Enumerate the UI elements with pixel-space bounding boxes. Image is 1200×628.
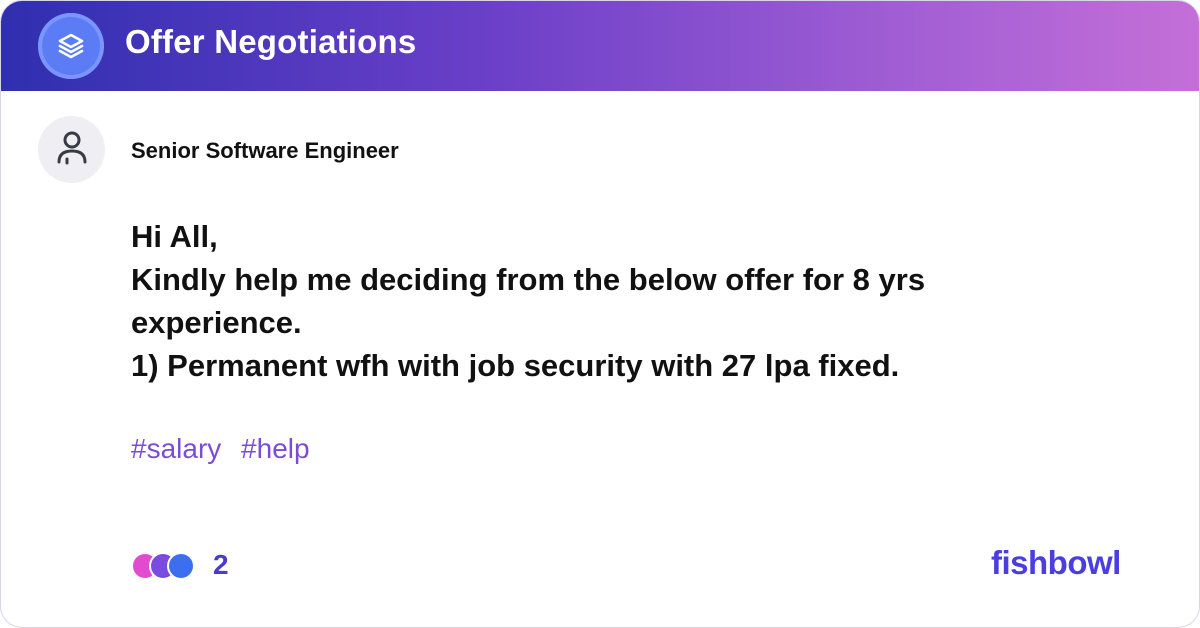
post-line: Kindly help me deciding from the below o… (131, 262, 926, 297)
post-line: experience. (131, 305, 302, 340)
tag-help[interactable]: #help (241, 433, 310, 465)
bowl-title[interactable]: Offer Negotiations (125, 23, 416, 61)
post-line: Hi All, (131, 219, 218, 254)
post-card: Offer Negotiations Senior Software Engin… (0, 0, 1200, 628)
author-title: Senior Software Engineer (131, 138, 399, 163)
bowl-header[interactable]: Offer Negotiations (1, 1, 1199, 91)
tag-salary[interactable]: #salary (131, 433, 221, 465)
bowl-logo (38, 13, 104, 79)
tag-list: #salary #help (131, 433, 322, 465)
layers-icon (58, 33, 84, 59)
fishbowl-logo[interactable]: fishbowl (991, 544, 1121, 582)
user-icon (57, 131, 87, 165)
post-line: 1) Permanent wfh with job security with … (131, 348, 900, 383)
thumbs-react-icon (167, 552, 195, 580)
avatar[interactable] (38, 116, 105, 183)
reaction-count: 2 (213, 549, 229, 580)
post-body: Hi All, Kindly help me deciding from the… (131, 215, 1031, 387)
